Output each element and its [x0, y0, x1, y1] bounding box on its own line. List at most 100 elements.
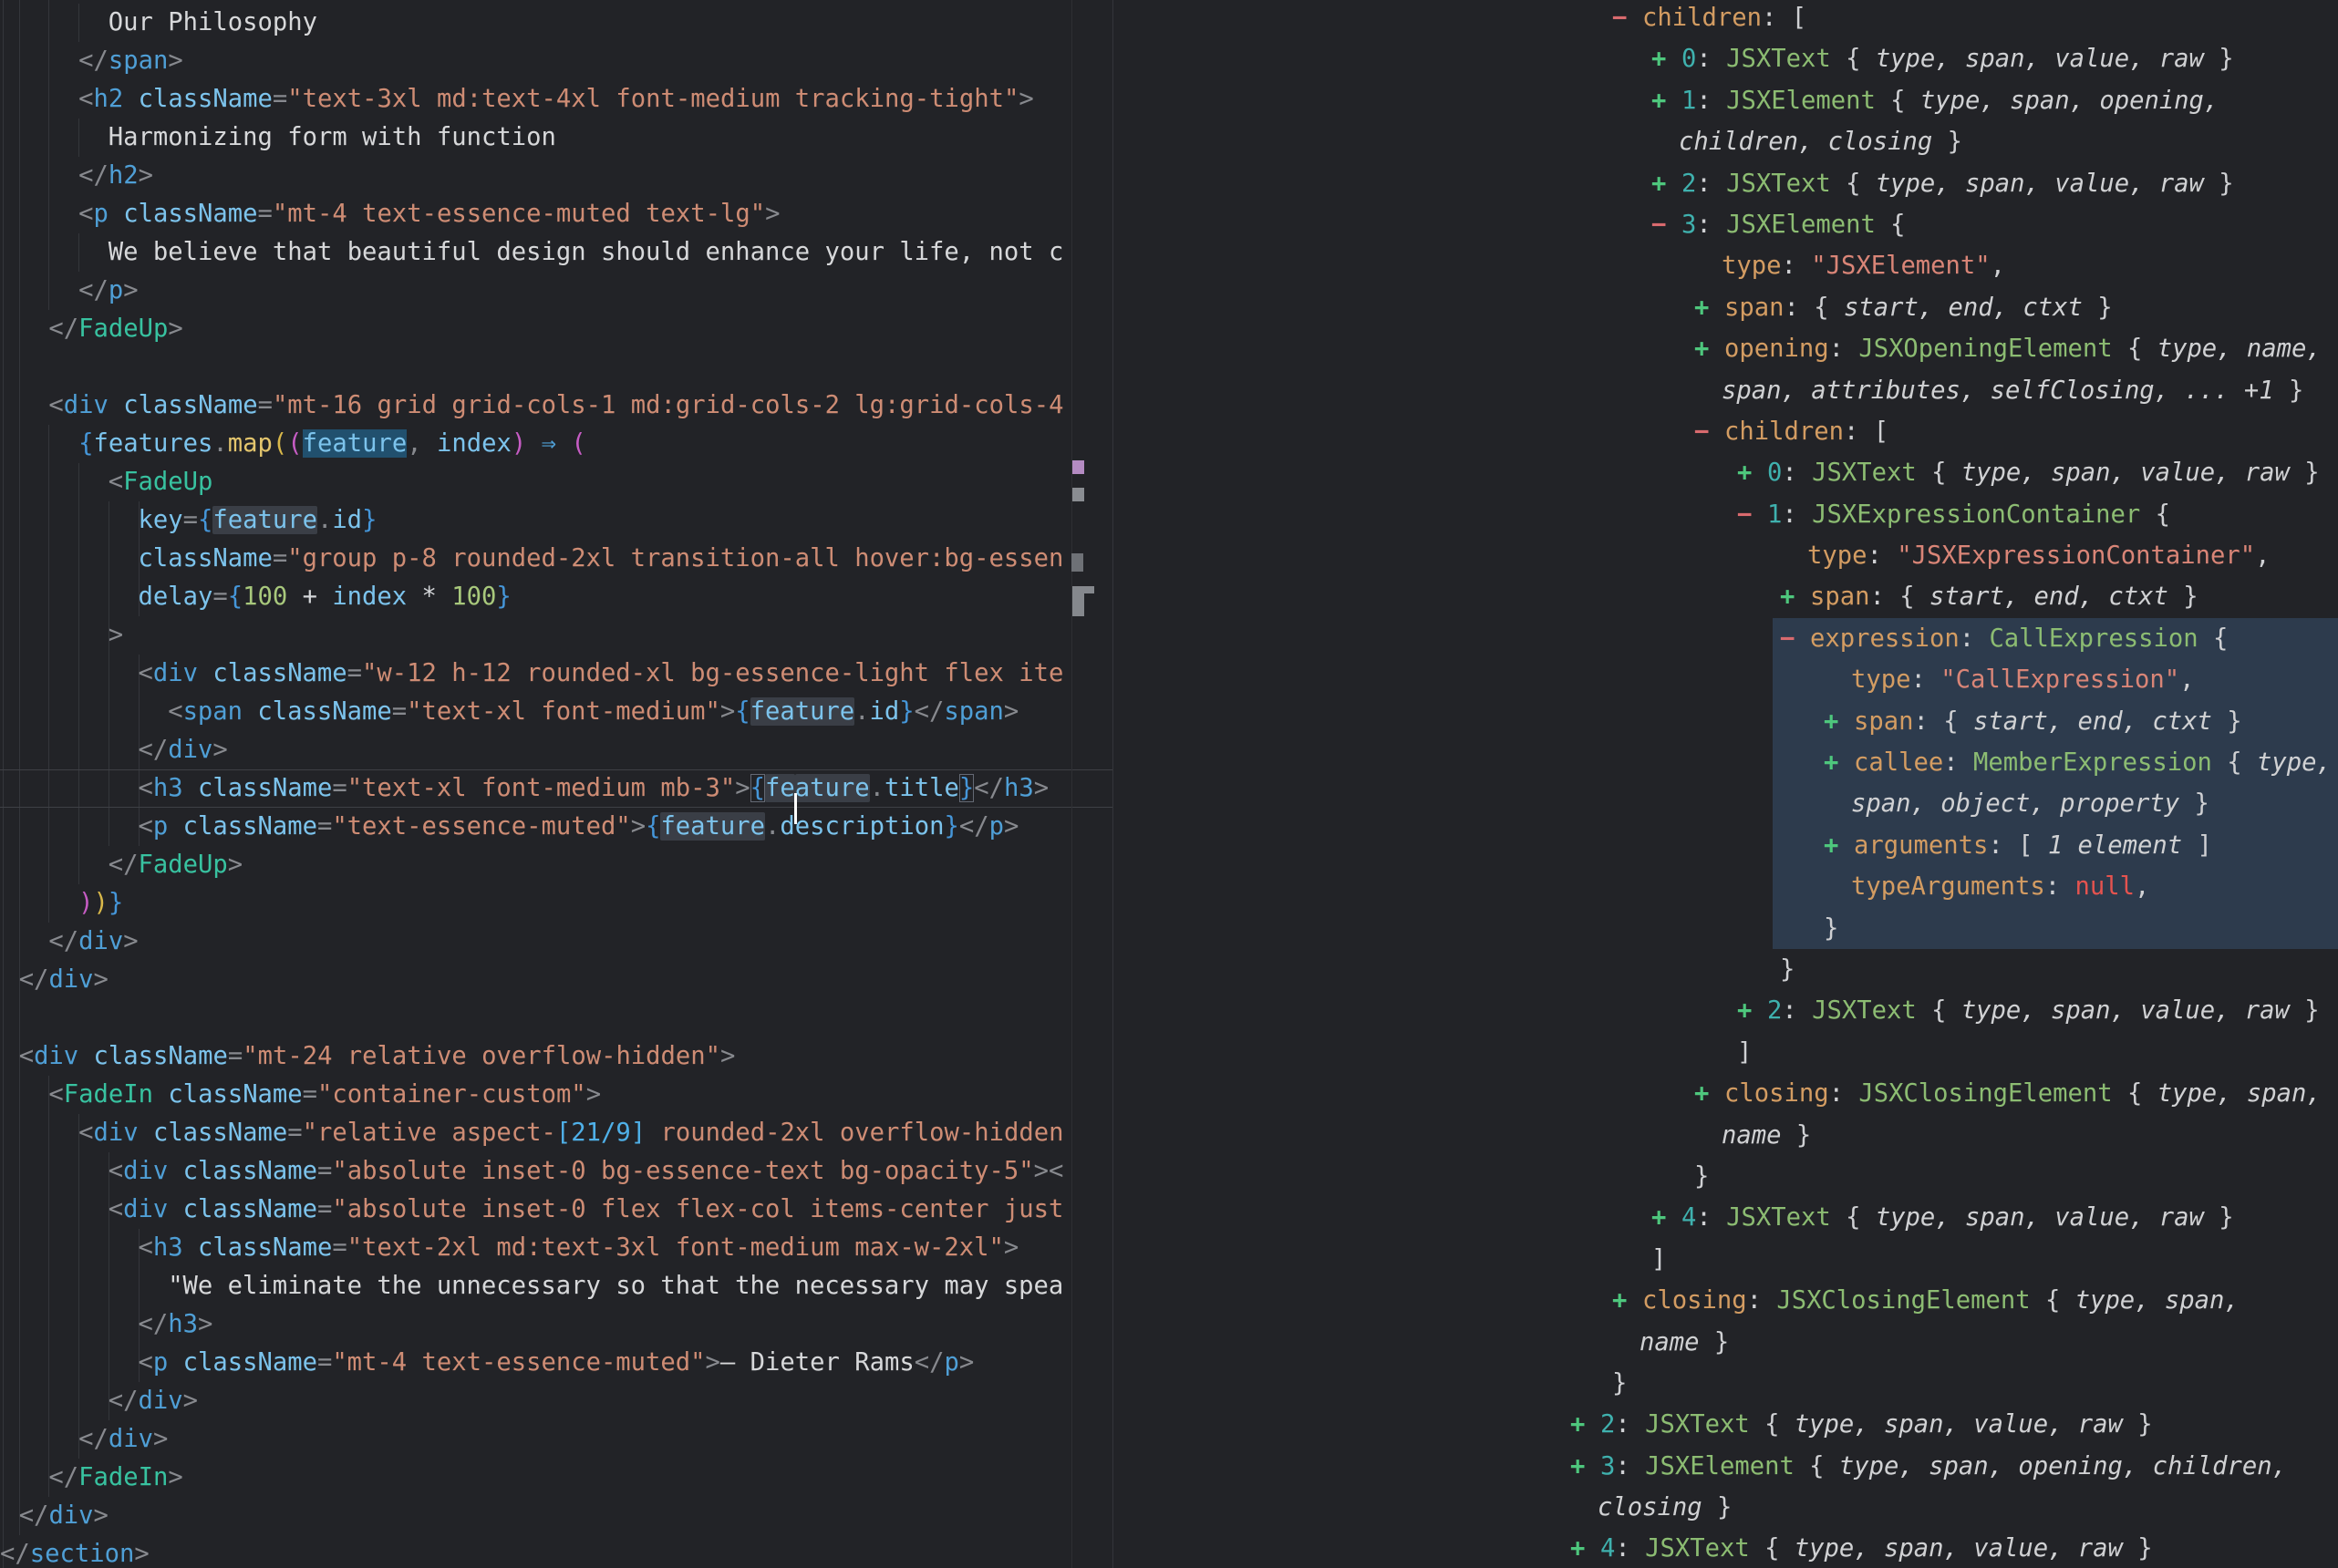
ast-line[interactable]: name }: [1113, 1322, 2338, 1363]
expand-icon[interactable]: +: [1737, 990, 1767, 1031]
ast-explorer-pane[interactable]: −children: [+0: JSXText { type, span, va…: [1113, 0, 2338, 1568]
ast-line[interactable]: −expression: CallExpression {: [1113, 618, 2338, 659]
expand-icon[interactable]: +: [1570, 1446, 1600, 1487]
ast-line[interactable]: type: "JSXExpressionContainer",: [1113, 535, 2338, 576]
ast-line[interactable]: −3: JSXElement {: [1113, 204, 2338, 245]
code-line[interactable]: </FadeUp>: [0, 310, 1113, 348]
ast-line[interactable]: +3: JSXElement { type, span, opening, ch…: [1113, 1446, 2338, 1487]
ast-line[interactable]: typeArguments: null,: [1113, 866, 2338, 907]
ast-line[interactable]: −1: JSXExpressionContainer {: [1113, 494, 2338, 535]
ast-line[interactable]: −children: [: [1113, 0, 2338, 38]
ast-line[interactable]: children, closing }: [1113, 121, 2338, 162]
code-line[interactable]: >: [0, 616, 1113, 655]
expand-icon[interactable]: +: [1651, 1197, 1681, 1238]
ast-line[interactable]: span, object, property }: [1113, 783, 2338, 824]
code-line[interactable]: Harmonizing form with function: [0, 119, 1113, 157]
ast-line[interactable]: name }: [1113, 1115, 2338, 1156]
code-editor-pane[interactable]: Our Philosophy</span><h2 className="text…: [0, 0, 1113, 1568]
code-line[interactable]: <p className="mt-4 text-essence-muted">—…: [0, 1344, 1113, 1382]
code-line[interactable]: We believe that beautiful design should …: [0, 233, 1113, 272]
expand-icon[interactable]: +: [1824, 701, 1854, 742]
code-line[interactable]: delay={100 + index * 100}: [0, 578, 1113, 616]
collapse-icon[interactable]: −: [1651, 204, 1681, 245]
expand-icon[interactable]: +: [1780, 576, 1810, 617]
expand-icon[interactable]: +: [1694, 287, 1724, 328]
code-line[interactable]: </h3>: [0, 1305, 1113, 1344]
code-line[interactable]: <div className="mt-24 relative overflow-…: [0, 1037, 1113, 1076]
ast-line[interactable]: +0: JSXText { type, span, value, raw }: [1113, 452, 2338, 493]
ast-line[interactable]: type: "CallExpression",: [1113, 659, 2338, 700]
code-line[interactable]: className="group p-8 rounded-2xl transit…: [0, 540, 1113, 578]
ast-line[interactable]: +2: JSXText { type, span, value, raw }: [1113, 990, 2338, 1031]
code-line[interactable]: </p>: [0, 272, 1113, 310]
code-line[interactable]: <p className="mt-4 text-essence-muted te…: [0, 195, 1113, 233]
collapse-icon[interactable]: −: [1780, 618, 1810, 659]
collapse-icon[interactable]: −: [1737, 494, 1767, 535]
ast-line[interactable]: +2: JSXText { type, span, value, raw }: [1113, 163, 2338, 204]
expand-icon[interactable]: +: [1612, 1280, 1642, 1321]
ast-line[interactable]: }: [1113, 1156, 2338, 1197]
ast-line[interactable]: +opening: JSXOpeningElement { type, name…: [1113, 328, 2338, 369]
code-line[interactable]: <div className="w-12 h-12 rounded-xl bg-…: [0, 655, 1113, 693]
code-line[interactable]: <div className="relative aspect-[21/9] r…: [0, 1114, 1113, 1152]
expand-icon[interactable]: +: [1651, 163, 1681, 204]
ast-line[interactable]: +closing: JSXClosingElement { type, span…: [1113, 1280, 2338, 1321]
ast-line[interactable]: +4: JSXText { type, span, value, raw }: [1113, 1528, 2338, 1568]
ast-line[interactable]: }: [1113, 1363, 2338, 1404]
code-line[interactable]: <div className="absolute inset-0 flex fl…: [0, 1191, 1113, 1229]
code-line[interactable]: <span className="text-xl font-medium">{f…: [0, 693, 1113, 731]
ast-line[interactable]: −children: [: [1113, 411, 2338, 452]
code-line[interactable]: [0, 348, 1113, 387]
expand-icon[interactable]: +: [1651, 80, 1681, 121]
ast-line[interactable]: span, attributes, selfClosing, ... +1 }: [1113, 370, 2338, 411]
code-line[interactable]: <FadeUp: [0, 463, 1113, 501]
expand-icon[interactable]: +: [1824, 825, 1854, 866]
ast-line[interactable]: +1: JSXElement { type, span, opening,: [1113, 80, 2338, 121]
code-line[interactable]: <h3 className="text-2xl md:text-3xl font…: [0, 1229, 1113, 1267]
ast-line[interactable]: +closing: JSXClosingElement { type, span…: [1113, 1073, 2338, 1114]
ast-line[interactable]: +4: JSXText { type, span, value, raw }: [1113, 1197, 2338, 1238]
code-line[interactable]: {features.map((feature, index) ⇒ (: [0, 425, 1113, 463]
expand-icon[interactable]: +: [1694, 1073, 1724, 1114]
code-line[interactable]: </section>: [0, 1535, 1113, 1568]
collapse-icon[interactable]: −: [1612, 0, 1642, 38]
code-line[interactable]: </FadeUp>: [0, 846, 1113, 884]
code-line[interactable]: </div>: [0, 731, 1113, 769]
code-line[interactable]: key={feature.id}: [0, 501, 1113, 540]
ast-line[interactable]: }: [1113, 949, 2338, 990]
ast-line[interactable]: +2: JSXText { type, span, value, raw }: [1113, 1404, 2338, 1445]
code-line[interactable]: </div>: [0, 1497, 1113, 1535]
code-line[interactable]: Our Philosophy: [0, 4, 1113, 42]
expand-icon[interactable]: +: [1651, 38, 1681, 79]
expand-icon[interactable]: +: [1824, 742, 1854, 783]
expand-icon[interactable]: +: [1570, 1404, 1600, 1445]
code-line[interactable]: </div>: [0, 961, 1113, 999]
code-line[interactable]: [0, 999, 1113, 1037]
ast-line[interactable]: closing }: [1113, 1487, 2338, 1528]
code-line[interactable]: </span>: [0, 42, 1113, 80]
code-line[interactable]: <FadeIn className="container-custom">: [0, 1076, 1113, 1114]
ast-line[interactable]: }: [1113, 908, 2338, 949]
expand-icon[interactable]: +: [1570, 1528, 1600, 1568]
ast-line[interactable]: ]: [1113, 1032, 2338, 1073]
ast-line[interactable]: +span: { start, end, ctxt }: [1113, 701, 2338, 742]
code-line[interactable]: <div className="absolute inset-0 bg-esse…: [0, 1152, 1113, 1191]
code-line[interactable]: </h2>: [0, 157, 1113, 195]
ast-line[interactable]: +span: { start, end, ctxt }: [1113, 576, 2338, 617]
code-line[interactable]: <p className="text-essence-muted">{featu…: [0, 808, 1113, 846]
ast-line[interactable]: +arguments: [ 1 element ]: [1113, 825, 2338, 866]
code-line[interactable]: </div>: [0, 1420, 1113, 1459]
code-line[interactable]: </div>: [0, 923, 1113, 961]
ast-line[interactable]: ]: [1113, 1239, 2338, 1280]
code-line[interactable]: <div className="mt-16 grid grid-cols-1 m…: [0, 387, 1113, 425]
code-line[interactable]: <h2 className="text-3xl md:text-4xl font…: [0, 80, 1113, 119]
code-line[interactable]: </FadeIn>: [0, 1459, 1113, 1497]
ast-line[interactable]: +callee: MemberExpression { type,: [1113, 742, 2338, 783]
ast-line[interactable]: +0: JSXText { type, span, value, raw }: [1113, 38, 2338, 79]
expand-icon[interactable]: +: [1694, 328, 1724, 369]
code-line-current[interactable]: <h3 className="text-xl font-medium mb-3"…: [0, 769, 1113, 808]
code-line[interactable]: </div>: [0, 1382, 1113, 1420]
code-line[interactable]: ))}: [0, 884, 1113, 923]
ast-line[interactable]: +span: { start, end, ctxt }: [1113, 287, 2338, 328]
collapse-icon[interactable]: −: [1694, 411, 1724, 452]
